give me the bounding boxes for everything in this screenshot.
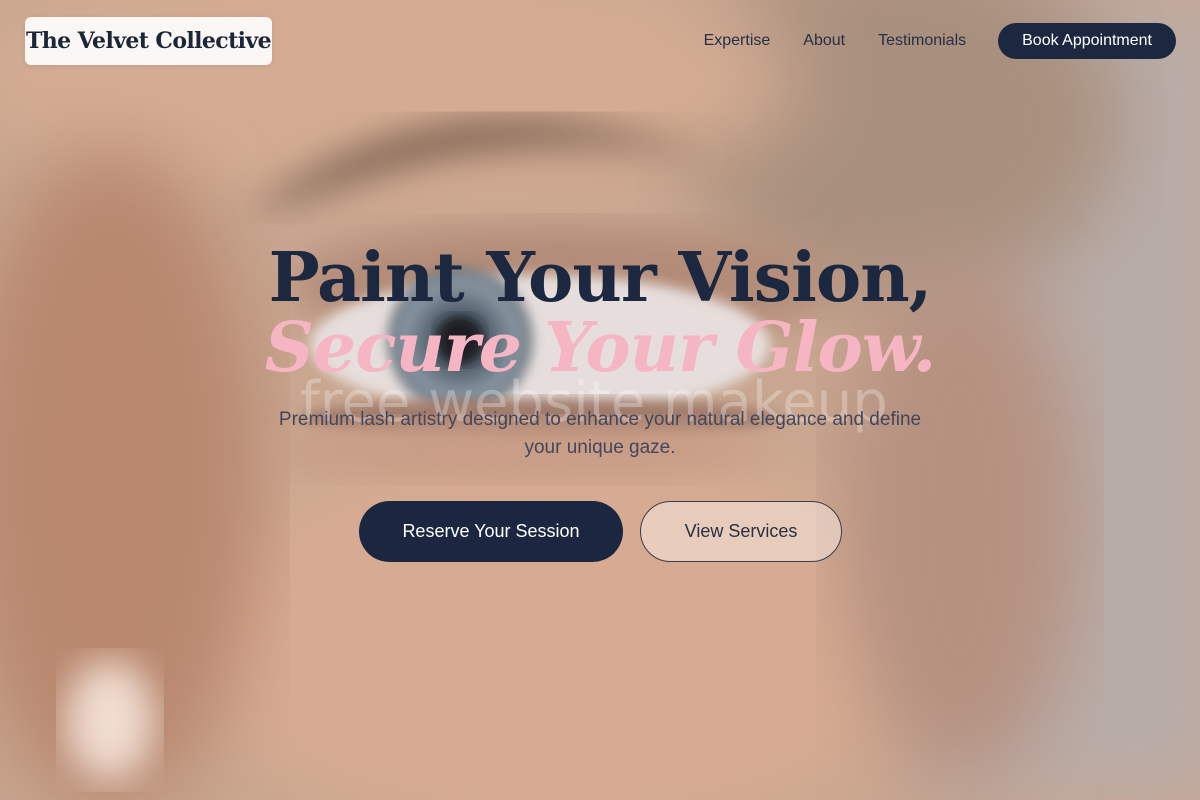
hero-section: Paint Your Vision, Secure Your Glow. fre… xyxy=(0,0,1200,800)
hero-subtitle: Premium lash artistry designed to enhanc… xyxy=(278,409,922,458)
hero-headline-line2: Secure Your Glow. xyxy=(264,308,937,388)
reserve-session-button[interactable]: Reserve Your Session xyxy=(359,501,623,562)
hero-headline-line1: Paint Your Vision, xyxy=(268,238,933,318)
view-services-button[interactable]: View Services xyxy=(640,501,842,562)
